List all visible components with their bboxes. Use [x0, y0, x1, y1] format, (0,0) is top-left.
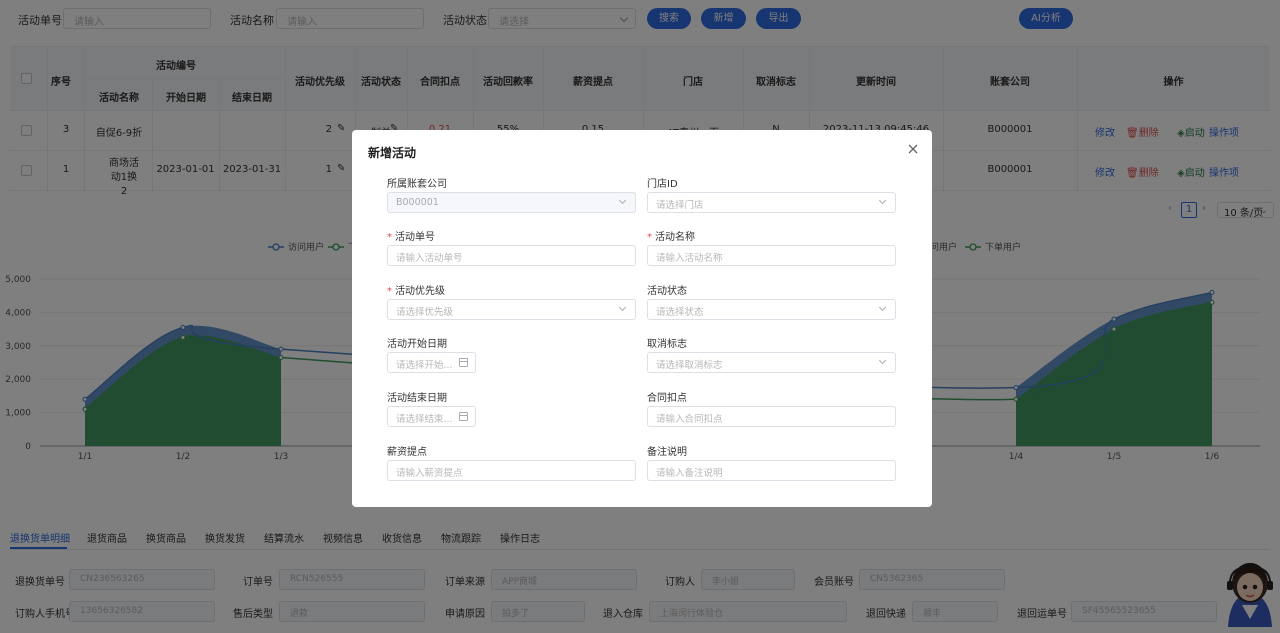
remark-input[interactable]: 请输入备注说明	[647, 460, 896, 481]
priority-label: * 活动优先级	[387, 282, 445, 297]
remark-label: 备注说明	[647, 447, 687, 458]
required-mark: *	[387, 286, 392, 297]
chevron-down-icon	[618, 303, 627, 312]
add-activity-dialog: 新增活动 所属账套公司 B000001 门店ID 请选择门店 * 活动单号 请输入…	[352, 130, 932, 507]
order-label-text: 活动单号	[395, 232, 435, 243]
end-date-label: 活动结束日期	[387, 393, 447, 404]
chevron-down-icon	[878, 303, 887, 312]
status-label: 活动状态	[647, 286, 687, 297]
priority-label-text: 活动优先级	[395, 286, 445, 297]
required-mark: *	[387, 232, 392, 243]
company-label: 所属账套公司	[387, 179, 447, 190]
cancel-flag-label: 取消标志	[647, 339, 687, 350]
cancel-flag-placeholder: 请选择取消标志	[656, 360, 723, 371]
discount-input[interactable]: 请输入合同扣点	[647, 406, 896, 427]
name-input[interactable]: 请输入活动名称	[647, 245, 896, 266]
name-label-text: 活动名称	[655, 232, 695, 243]
end-date-picker[interactable]: 请选择结束...	[387, 406, 476, 427]
order-label: * 活动单号	[387, 228, 435, 243]
start-date-placeholder: 请选择开始...	[396, 360, 453, 371]
calendar-icon	[459, 358, 468, 367]
calendar-icon	[459, 412, 468, 421]
name-label: * 活动名称	[647, 228, 695, 243]
company-value: B000001	[396, 197, 439, 208]
store-select[interactable]: 请选择门店	[647, 192, 896, 213]
required-mark: *	[647, 232, 652, 243]
salary-input[interactable]: 请输入薪资提点	[387, 460, 636, 481]
salary-label: 薪资提点	[387, 447, 427, 458]
order-input[interactable]: 请输入活动单号	[387, 245, 636, 266]
cancel-flag-select[interactable]: 请选择取消标志	[647, 352, 896, 373]
priority-select[interactable]: 请选择优先级	[387, 299, 636, 320]
status-placeholder: 请选择状态	[656, 307, 704, 318]
start-date-picker[interactable]: 请选择开始...	[387, 352, 476, 373]
discount-label: 合同扣点	[647, 393, 687, 404]
status-select[interactable]: 请选择状态	[647, 299, 896, 320]
priority-placeholder: 请选择优先级	[396, 307, 454, 318]
chevron-down-icon	[878, 356, 887, 365]
dialog-title: 新增活动	[368, 146, 417, 160]
close-icon[interactable]	[906, 142, 920, 156]
store-label: 门店ID	[647, 179, 678, 190]
chevron-down-icon	[878, 196, 887, 205]
end-date-placeholder: 请选择结束...	[396, 414, 453, 425]
company-select: B000001	[387, 192, 636, 213]
start-date-label: 活动开始日期	[387, 339, 447, 350]
store-placeholder: 请选择门店	[656, 200, 704, 211]
chevron-down-icon	[618, 196, 627, 205]
